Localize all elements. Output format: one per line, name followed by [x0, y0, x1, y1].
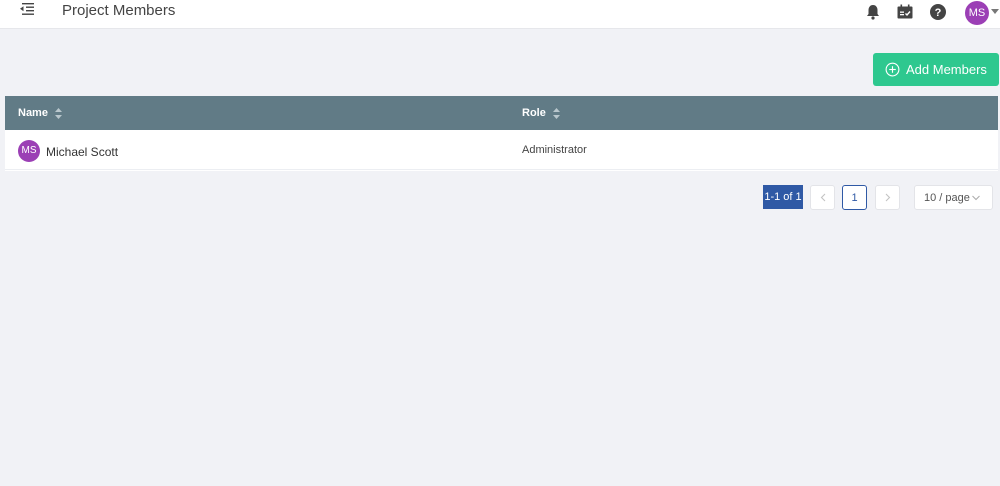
sort-icon: [54, 107, 62, 119]
sort-icon: [552, 107, 560, 119]
user-avatar[interactable]: MS: [965, 1, 989, 25]
plus-circle-icon: [885, 62, 900, 77]
svg-text:?: ?: [935, 7, 942, 19]
table-header: Name Role: [5, 96, 998, 130]
page-title: Project Members: [62, 2, 176, 19]
top-bar: Project Members ? MS: [0, 0, 1000, 29]
avatar: MS: [18, 140, 40, 162]
member-role: Administrator: [522, 144, 587, 156]
help-icon[interactable]: ?: [929, 3, 947, 21]
chevron-down-icon[interactable]: [991, 9, 999, 14]
column-header-name[interactable]: Name: [18, 107, 62, 119]
members-table: Name Role MS Michael Scott Administrator: [5, 96, 998, 171]
previous-page-button[interactable]: [810, 185, 835, 210]
add-members-button[interactable]: Add Members: [873, 53, 999, 86]
bell-icon[interactable]: [864, 3, 882, 21]
chevron-right-icon: [885, 193, 890, 202]
chevron-left-icon: [820, 193, 825, 202]
chevron-down-icon: [972, 195, 980, 200]
next-page-button[interactable]: [875, 185, 900, 210]
member-name: Michael Scott: [46, 145, 119, 159]
column-header-role[interactable]: Role: [522, 107, 560, 119]
table-row[interactable]: MS Michael Scott Administrator: [5, 130, 998, 170]
menu-collapse-icon[interactable]: [19, 2, 35, 16]
add-members-label: Add Members: [906, 62, 987, 77]
calendar-check-icon[interactable]: [896, 3, 914, 21]
pagination-range: 1-1 of 1: [763, 185, 803, 209]
page-1-button[interactable]: 1: [842, 185, 867, 210]
page-size-select[interactable]: 10 / page: [914, 185, 993, 210]
